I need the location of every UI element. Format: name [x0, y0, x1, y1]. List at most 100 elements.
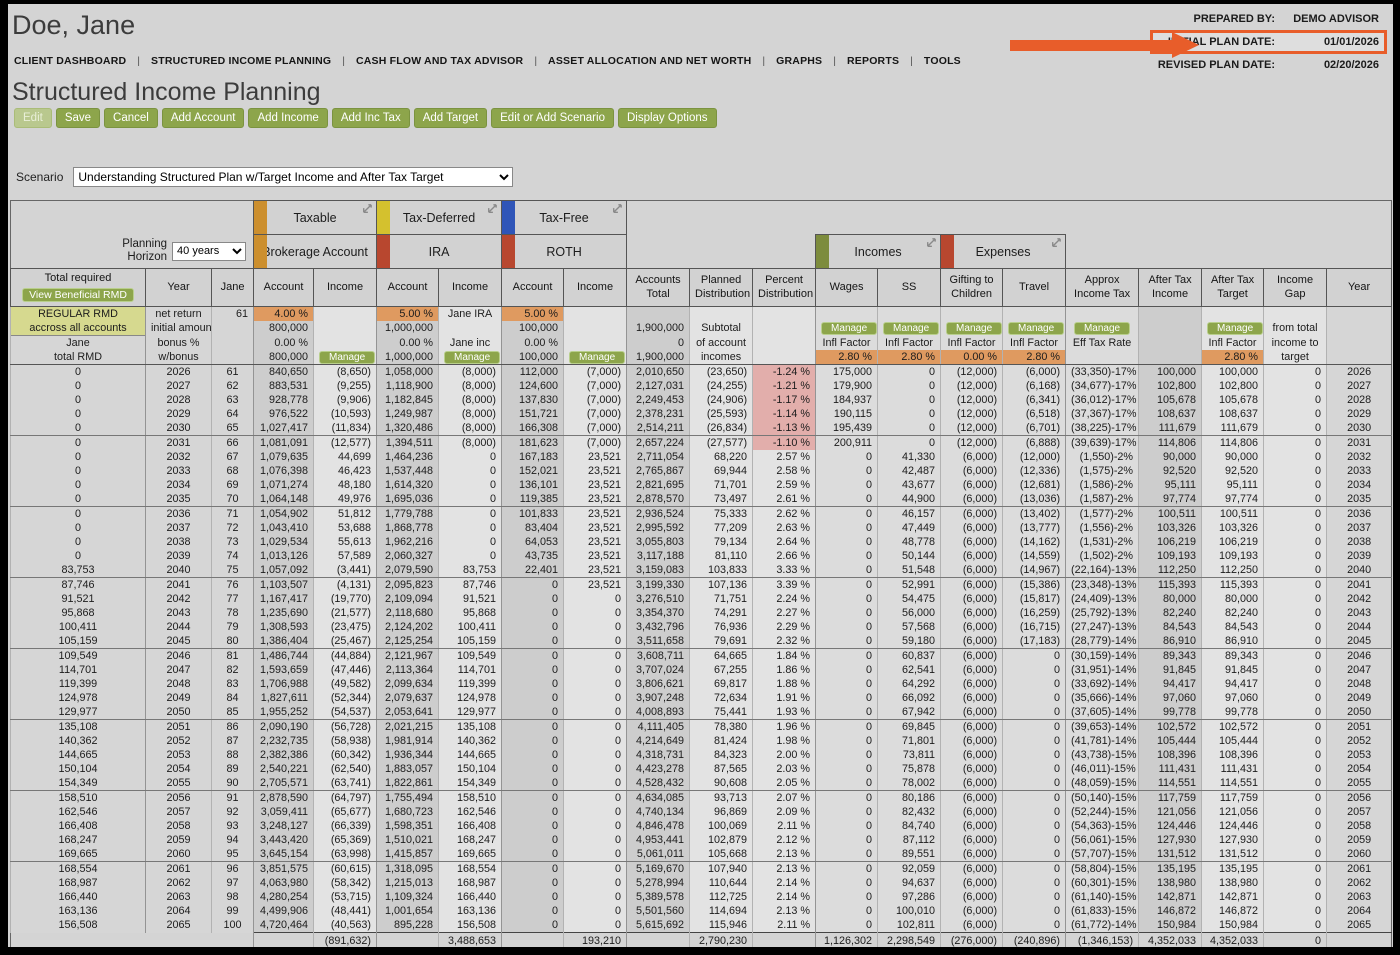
collapse-icon[interactable] — [1049, 237, 1062, 253]
display-options-button[interactable]: Display Options — [618, 108, 717, 128]
cell: 0 — [816, 791, 878, 806]
cell: 5.00 % — [377, 307, 439, 322]
table-row: 02033681,076,39846,4231,537,4480152,0212… — [11, 464, 1392, 478]
cell: 0 — [1264, 762, 1327, 776]
nav-item-graphs[interactable]: GRAPHS — [776, 55, 822, 67]
manage-button[interactable]: Manage — [444, 351, 500, 364]
cell: 0 — [816, 748, 878, 762]
cell: (6,888) — [1003, 436, 1066, 451]
cell: 0 — [1264, 847, 1327, 862]
nav-item-tools[interactable]: TOOLS — [924, 55, 961, 67]
edit-or-add-scenario-button[interactable]: Edit or Add Scenario — [491, 108, 614, 128]
nav-item-cash-flow-and-tax-advisor[interactable]: CASH FLOW AND TAX ADVISOR — [356, 55, 523, 67]
cancel-button[interactable]: Cancel — [104, 108, 158, 128]
cell: (6,000) — [941, 748, 1003, 762]
add-account-button[interactable]: Add Account — [162, 108, 245, 128]
cell: 0 — [1264, 578, 1327, 593]
cell: 93 — [212, 819, 254, 833]
add-target-button[interactable]: Add Target — [414, 108, 487, 128]
nav-item-client-dashboard[interactable]: CLIENT DASHBOARD — [14, 55, 126, 67]
cell: 114,551 — [1202, 776, 1264, 791]
save-button[interactable]: Save — [56, 108, 100, 128]
cell: 0 — [1264, 819, 1327, 833]
cell: 2057 — [146, 805, 212, 819]
cell: 2054 — [1327, 762, 1392, 776]
nav-item-reports[interactable]: REPORTS — [847, 55, 899, 67]
cell: 0 — [816, 649, 878, 664]
cell: 50,144 — [878, 549, 941, 563]
cell: (6,000) — [941, 464, 1003, 478]
cell: REGULAR RMD — [11, 307, 146, 322]
manage-button[interactable]: Manage — [1008, 322, 1064, 335]
manage-button[interactable]: Manage — [883, 322, 939, 335]
view-beneficial-rmd-button[interactable]: View Beneficial RMD — [22, 288, 134, 302]
add-inc-tax-button[interactable]: Add Inc Tax — [332, 108, 410, 128]
manage-button[interactable]: Manage — [821, 322, 877, 335]
cell: 86,910 — [1202, 634, 1264, 649]
cell: 0 — [502, 890, 564, 904]
client-name: Doe, Jane — [12, 10, 135, 41]
total-cell: (240,896) — [1003, 933, 1066, 948]
cell: 0 — [1003, 663, 1066, 677]
cell: Manage — [878, 321, 941, 336]
cell: 0 — [1264, 478, 1327, 492]
collapse-icon[interactable] — [360, 203, 373, 219]
cell: 2.32 % — [753, 634, 816, 649]
cell: 0 — [1264, 776, 1327, 791]
manage-button[interactable]: Manage — [946, 322, 1002, 335]
cell: (44,884) — [314, 649, 377, 664]
nav-item-structured-income-planning[interactable]: STRUCTURED INCOME PLANNING — [151, 55, 331, 67]
cell: 2060 — [146, 847, 212, 862]
cell: 0 — [439, 507, 502, 522]
table-row: 168,2472059943,443,420(65,369)1,510,0211… — [11, 833, 1392, 847]
cell: 0 — [816, 464, 878, 478]
cell: 0 — [1264, 535, 1327, 549]
manage-button[interactable]: Manage — [319, 351, 375, 364]
cell: 2059 — [146, 833, 212, 847]
cell: Manage — [1066, 321, 1139, 336]
cell: 4.00 % — [254, 307, 314, 322]
cell: 43,735 — [502, 549, 564, 563]
cell: (22,164)-13% — [1066, 563, 1139, 578]
cell: 3,645,154 — [254, 847, 314, 862]
add-income-button[interactable]: Add Income — [248, 108, 327, 128]
nav-item-asset-allocation-and-net-worth[interactable]: ASSET ALLOCATION AND NET WORTH — [548, 55, 751, 67]
cell: 2035 — [146, 492, 212, 507]
cell: (41,781)-14% — [1066, 734, 1139, 748]
cell: (66,339) — [314, 819, 377, 833]
collapse-icon[interactable] — [610, 203, 623, 219]
cell: 121,056 — [1202, 805, 1264, 819]
collapse-icon[interactable] — [924, 237, 937, 253]
cell: 92,059 — [878, 862, 941, 877]
cell: 95,868 — [439, 606, 502, 620]
cell: (19,770) — [314, 592, 377, 606]
cell: 100,511 — [1202, 507, 1264, 522]
cell: (7,000) — [564, 436, 627, 451]
cell: 2064 — [146, 904, 212, 918]
cell: (9,255) — [314, 379, 377, 393]
cell: 0 — [1264, 663, 1327, 677]
planning-horizon-select[interactable]: 40 years — [172, 242, 246, 261]
cell: 1.84 % — [753, 649, 816, 664]
manage-button[interactable]: Manage — [1207, 322, 1263, 335]
collapse-icon[interactable] — [485, 203, 498, 219]
cell: 63 — [212, 393, 254, 407]
cell: 75 — [212, 563, 254, 578]
cell: 166,308 — [502, 421, 564, 436]
manage-button[interactable]: Manage — [569, 351, 625, 364]
table-row: 02036711,054,90251,8121,779,7880101,8332… — [11, 507, 1392, 522]
cell: 0 — [564, 876, 627, 890]
cell: (8,000) — [439, 421, 502, 436]
cell: (9,906) — [314, 393, 377, 407]
edit-button[interactable]: Edit — [14, 108, 52, 128]
scenario-select[interactable]: Understanding Structured Plan w/Target I… — [73, 167, 513, 187]
cell: 67,255 — [690, 663, 753, 677]
manage-button[interactable]: Manage — [1074, 322, 1130, 335]
cell: 90 — [212, 776, 254, 791]
table-row: 169,6652060953,645,154(63,998)1,415,8571… — [11, 847, 1392, 862]
cell: (35,666)-14% — [1066, 691, 1139, 705]
cell: 92 — [212, 805, 254, 819]
cell: 0 — [1003, 876, 1066, 890]
cell — [1327, 350, 1392, 365]
total-cell — [1327, 933, 1392, 948]
